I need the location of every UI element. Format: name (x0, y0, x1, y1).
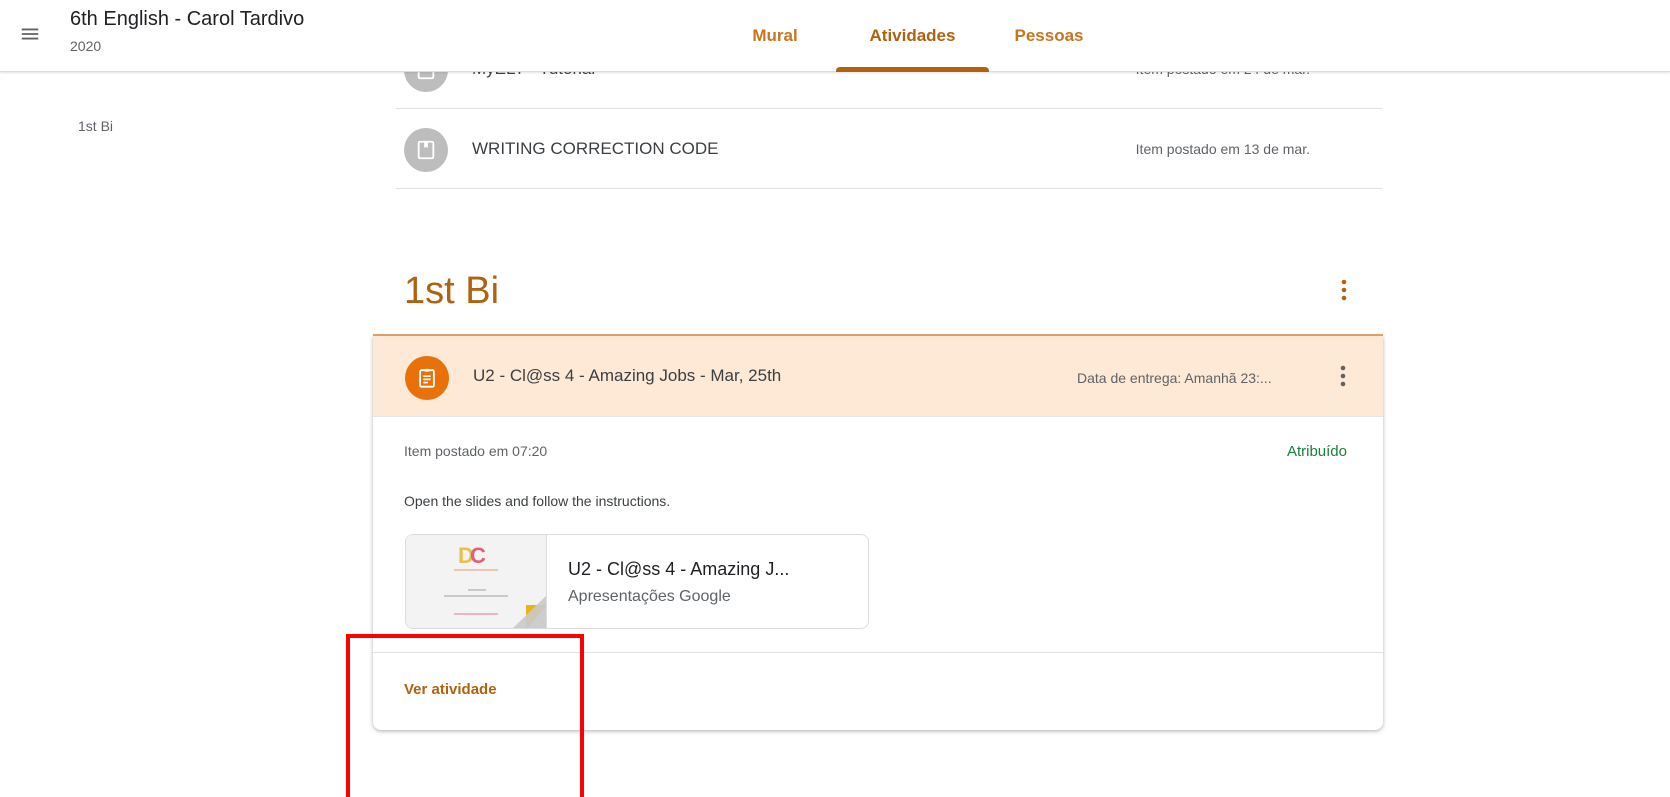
list-item[interactable]: WRITING CORRECTION CODE Item postado em … (396, 109, 1382, 189)
attachment-type: Apresentações Google (568, 588, 731, 605)
more-vert-icon[interactable] (1332, 274, 1356, 306)
tab-pessoas[interactable]: Pessoas (995, 0, 1103, 72)
class-subtitle: 2020 (70, 38, 102, 54)
hamburger-menu-icon[interactable] (12, 16, 48, 52)
assignment-header[interactable]: U2 - Cl@ss 4 - Amazing Jobs - Mar, 25th … (373, 336, 1383, 417)
list-item-date: Item postado em 13 de mar. (1135, 141, 1310, 157)
top-app-bar: 6th English - Carol Tardivo 2020 Mural A… (0, 0, 1670, 72)
attachment-card[interactable]: D C U2 - Cl@ss 4 - Amazing J... Apresent… (405, 534, 869, 629)
topic-nav-item[interactable]: 1st Bi (78, 118, 113, 134)
list-item-title: WRITING CORRECTION CODE (472, 139, 719, 158)
attachment-title: U2 - Cl@ss 4 - Amazing J... (568, 559, 790, 579)
svg-text:C: C (470, 543, 486, 568)
highlight-box (346, 634, 584, 797)
tab-atividades[interactable]: Atividades (830, 0, 995, 72)
tab-mural[interactable]: Mural (720, 0, 830, 72)
assignment-icon (405, 356, 449, 400)
assignment-description: Open the slides and follow the instructi… (404, 493, 671, 509)
more-vert-icon[interactable] (1331, 360, 1355, 392)
posted-time: Item postado em 07:20 (404, 443, 548, 459)
assignment-title: U2 - Cl@ss 4 - Amazing Jobs - Mar, 25th (473, 366, 782, 385)
status-badge: Atribuído (1286, 443, 1347, 460)
tab-bar: Mural Atividades Pessoas (720, 0, 1103, 72)
material-icon (404, 128, 448, 172)
slides-thumbnail: D C (406, 535, 547, 628)
due-date: Data de entrega: Amanhã 23:... (1077, 370, 1272, 386)
topic-title: 1st Bi (404, 270, 500, 312)
class-title[interactable]: 6th English - Carol Tardivo (70, 8, 304, 31)
